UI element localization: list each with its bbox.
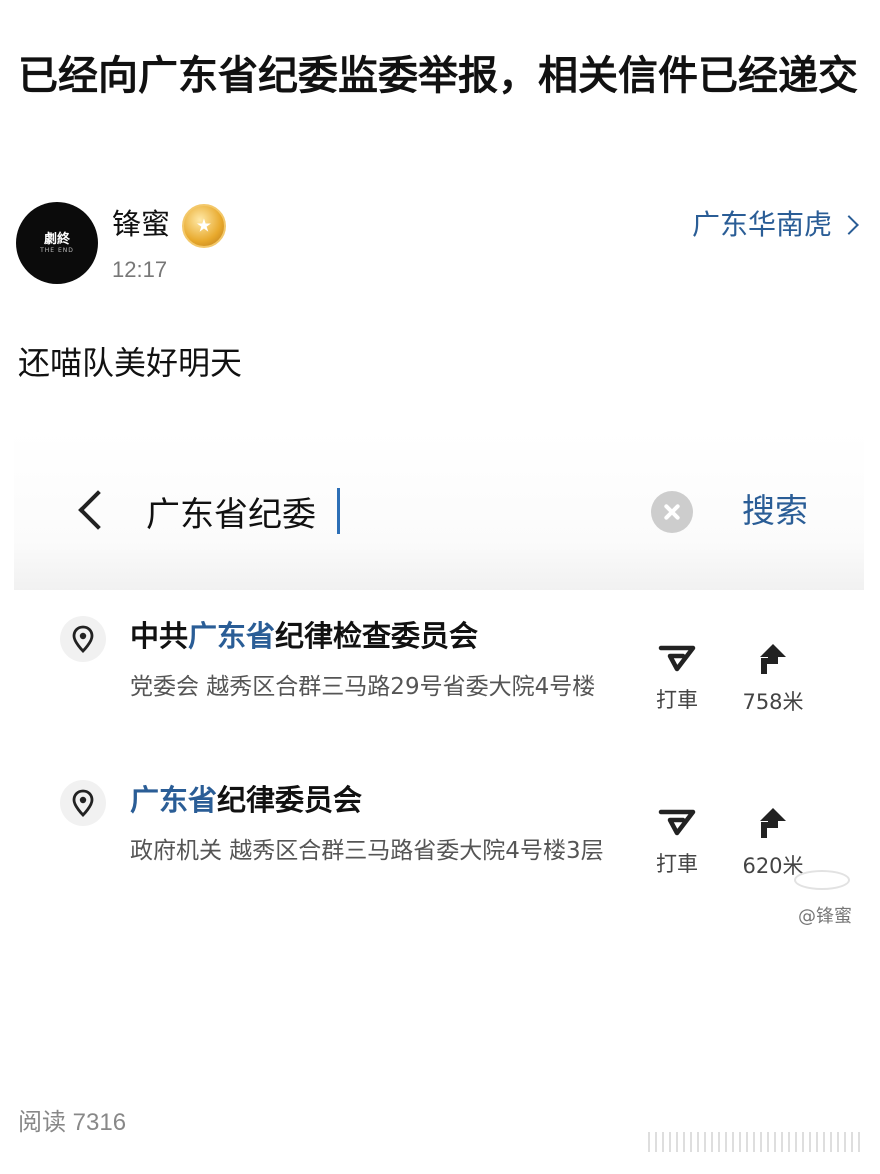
distance-label: 620米 [742,854,804,878]
topic-link-label: 广东华南虎 [691,208,832,241]
location-pin-icon [60,616,106,662]
result-description: 政府机关 越秀区合群三马路省委大院4号楼3层 [130,838,604,864]
post-time: 12:17 [112,257,168,282]
avatar[interactable]: 劇終 THE END [16,202,98,284]
taxi-button[interactable]: 打車 [647,642,707,714]
route-arrow-icon [760,808,786,838]
result-item[interactable]: 广东省纪律委员会 政府机关 越秀区合群三马路省委大院4号楼3层 打車 620米 [0,778,880,928]
chevron-right-icon [839,215,859,235]
read-number: 7316 [72,1109,127,1136]
search-button[interactable]: 搜索 [742,488,808,534]
avatar-subtext: THE END [40,246,74,254]
post-body: 还喵队美好明天 [18,344,243,382]
decorative-strip [648,1132,860,1152]
result-name: 中共广东省纪律检查委员会 [130,616,478,656]
search-input[interactable] [146,486,606,536]
post-title: 已经向广东省纪委监委举报，相关信件已经递交 [18,53,858,99]
medal-icon: ★ [182,204,226,248]
result-name-suffix: 纪律检查委员会 [275,619,479,653]
result-description: 党委会 越秀区合群三马路29号省委大院4号楼 [130,674,596,700]
route-arrow-icon [760,644,786,674]
distance-label: 758米 [742,690,804,714]
navigate-button[interactable]: 758米 [737,642,809,716]
taxi-label: 打車 [656,688,698,712]
taxi-icon [658,809,696,836]
read-count: 阅读 7316 [18,1102,126,1137]
result-name-highlight: 广东省 [130,783,218,817]
author-name[interactable]: 锋蜜 [112,204,170,244]
topic-link[interactable]: 广东华南虎 [691,205,859,245]
result-name: 广东省纪律委员会 [130,780,362,820]
navigate-button[interactable]: 620米 [737,806,809,880]
result-item[interactable]: 中共广东省纪律检查委员会 党委会 越秀区合群三马路29号省委大院4号楼 打車 7… [0,612,880,762]
result-name-suffix: 纪律委员会 [217,783,363,817]
location-pin-icon [60,780,106,826]
result-name-highlight: 广东省 [188,619,276,653]
back-button[interactable] [72,486,112,536]
read-label: 阅读 [18,1109,66,1136]
text-caret [337,488,340,534]
avatar-text: 劇終 [43,231,70,247]
result-name-prefix: 中共 [130,619,189,653]
watermark: @锋蜜 [798,906,852,927]
clear-button[interactable] [651,491,693,533]
taxi-icon [658,645,696,672]
taxi-label: 打車 [656,852,698,876]
taxi-button[interactable]: 打車 [647,806,707,878]
watermark-swirl [794,870,850,890]
